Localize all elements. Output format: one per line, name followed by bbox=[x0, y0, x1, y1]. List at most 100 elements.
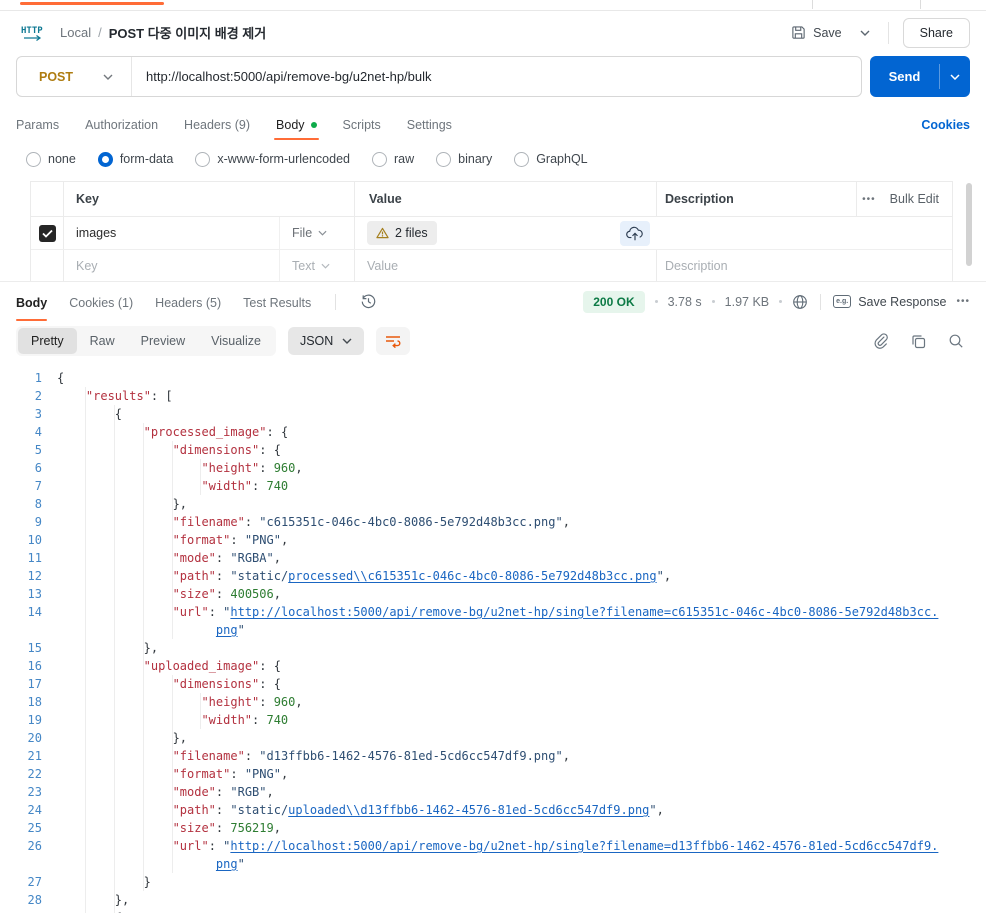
response-tab-test-results[interactable]: Test Results bbox=[243, 283, 311, 321]
form-data-empty-row[interactable]: Key Text Value Description bbox=[31, 250, 952, 281]
indent-guide bbox=[57, 441, 86, 459]
indent-guide bbox=[57, 891, 86, 909]
code-line: 9 "filename": "c615351c-046c-4bc0-8086-5e… bbox=[0, 513, 986, 531]
response-size[interactable]: 1.97 KB bbox=[725, 295, 769, 309]
response-tab-body[interactable]: Body bbox=[16, 283, 48, 321]
indent-guide bbox=[86, 405, 115, 423]
code-line: 27} bbox=[0, 873, 986, 891]
response-history-button[interactable] bbox=[360, 293, 377, 310]
method-selector[interactable]: POST bbox=[17, 57, 131, 96]
line-number: 21 bbox=[27, 749, 42, 763]
request-title[interactable]: POST 다중 이미지 배경 제거 bbox=[109, 23, 266, 42]
tab-scripts[interactable]: Scripts bbox=[343, 118, 381, 132]
status-badge[interactable]: 200 OK bbox=[583, 290, 645, 313]
indent-guide bbox=[115, 477, 144, 495]
tab-headers[interactable]: Headers (9) bbox=[184, 118, 250, 132]
save-response-button[interactable]: e.g. Save Response bbox=[833, 295, 946, 309]
files-badge[interactable]: 2 files bbox=[367, 221, 437, 245]
tab-settings[interactable]: Settings bbox=[407, 118, 452, 132]
indent-guide bbox=[86, 693, 115, 711]
code-token: : [ bbox=[150, 389, 173, 403]
copy-button[interactable] bbox=[911, 334, 926, 349]
response-time[interactable]: 3.78 s bbox=[668, 295, 702, 309]
indent-guide bbox=[144, 783, 173, 801]
indent-guide bbox=[144, 711, 173, 729]
body-type-raw[interactable]: raw bbox=[372, 151, 414, 167]
indent-guide bbox=[115, 513, 144, 531]
url-input[interactable]: http://localhost:5000/api/remove-bg/u2ne… bbox=[132, 69, 431, 84]
upload-files-button[interactable] bbox=[620, 220, 650, 246]
code-token: : bbox=[215, 551, 231, 565]
indent-guide bbox=[115, 567, 144, 585]
json-link[interactable]: http://localhost:5000/api/remove-bg/u2ne… bbox=[230, 839, 938, 853]
body-type-form-data[interactable]: form-data bbox=[97, 151, 173, 167]
key-cell[interactable]: images File bbox=[63, 217, 354, 249]
send-options-dropdown[interactable] bbox=[940, 73, 970, 80]
line-number: 12 bbox=[27, 569, 42, 583]
code-token: "static/ bbox=[230, 803, 289, 817]
more-dots-icon[interactable]: ••• bbox=[956, 296, 970, 307]
table-scrollbar[interactable] bbox=[966, 183, 972, 266]
bulk-edit-button[interactable]: Bulk Edit bbox=[890, 192, 939, 206]
response-tab-cookies[interactable]: Cookies (1) bbox=[69, 283, 133, 321]
checkbox-checked[interactable] bbox=[38, 224, 56, 242]
description-cell[interactable] bbox=[656, 217, 953, 249]
indent-guide bbox=[173, 693, 202, 711]
save-button[interactable]: Save bbox=[791, 25, 842, 40]
view-mode-raw[interactable]: Raw bbox=[77, 328, 128, 354]
indent-guide bbox=[57, 477, 86, 495]
indent-guide bbox=[86, 801, 115, 819]
form-data-row[interactable]: images File 2 files bbox=[31, 217, 952, 250]
key-cell[interactable]: Key Text bbox=[63, 250, 354, 281]
tab-divider bbox=[920, 0, 921, 9]
code-line: 15}, bbox=[0, 639, 986, 657]
indent-guide bbox=[86, 603, 115, 621]
response-tab-headers[interactable]: Headers (5) bbox=[155, 283, 221, 321]
json-link[interactable]: png bbox=[216, 857, 238, 871]
code-token: : { bbox=[259, 443, 281, 457]
copy-link-button[interactable] bbox=[872, 332, 889, 350]
breadcrumb-workspace[interactable]: Local bbox=[60, 25, 91, 40]
description-cell[interactable]: Description bbox=[656, 250, 953, 281]
body-type-none[interactable]: none bbox=[26, 151, 76, 167]
code-token: " bbox=[656, 569, 664, 583]
view-mode-preview[interactable]: Preview bbox=[128, 328, 198, 354]
share-button[interactable]: Share bbox=[902, 17, 970, 48]
format-selector[interactable]: JSON bbox=[287, 327, 365, 355]
view-mode-visualize[interactable]: Visualize bbox=[198, 328, 274, 354]
json-link[interactable]: png bbox=[216, 623, 238, 637]
indent-guide bbox=[115, 873, 144, 891]
line-number: 7 bbox=[34, 479, 42, 493]
code-token: , bbox=[295, 695, 303, 709]
tab-authorization[interactable]: Authorization bbox=[85, 118, 158, 132]
type-selector[interactable]: File bbox=[279, 217, 354, 249]
save-icon bbox=[792, 26, 805, 39]
code-token: : bbox=[244, 749, 260, 763]
indent-guide bbox=[57, 819, 86, 837]
response-body-json[interactable]: 1{2 "results": [3{4 "processed_image": {5 "… bbox=[0, 364, 986, 913]
json-link[interactable]: uploaded\\d13ffbb6-1462-4576-81ed-5cd6cc… bbox=[288, 803, 649, 817]
type-selector[interactable]: Text bbox=[279, 250, 354, 281]
more-dots-icon[interactable]: ••• bbox=[862, 194, 876, 205]
json-link[interactable]: http://localhost:5000/api/remove-bg/u2ne… bbox=[230, 605, 938, 619]
search-button[interactable] bbox=[948, 333, 964, 349]
tab-params[interactable]: Params bbox=[16, 118, 59, 132]
body-type-x-www-form-urlencoded[interactable]: x-www-form-urlencoded bbox=[195, 151, 350, 167]
body-type-binary[interactable]: binary bbox=[436, 151, 492, 167]
value-cell[interactable]: Value bbox=[354, 250, 656, 281]
json-link[interactable]: processed\\c615351c-046c-4bc0-8086-5e792… bbox=[288, 569, 656, 583]
wrap-lines-button[interactable] bbox=[376, 327, 411, 355]
tab-body[interactable]: Body bbox=[274, 118, 319, 140]
cookies-link[interactable]: Cookies bbox=[921, 118, 970, 132]
save-options-dropdown[interactable] bbox=[856, 26, 874, 40]
body-type-graphql[interactable]: GraphQL bbox=[514, 151, 588, 167]
value-cell[interactable]: 2 files bbox=[354, 217, 656, 249]
code-line: 19 "width": 740 bbox=[0, 711, 986, 729]
view-mode-pretty[interactable]: Pretty bbox=[18, 328, 77, 354]
indent-guide bbox=[144, 495, 173, 513]
send-button[interactable]: Send bbox=[870, 69, 939, 84]
indent-guide bbox=[144, 747, 173, 765]
line-number: 1 bbox=[34, 371, 42, 385]
network-info-button[interactable] bbox=[792, 294, 808, 310]
code-line: 26 "url": "http://localhost:5000/api/remo… bbox=[0, 837, 986, 855]
